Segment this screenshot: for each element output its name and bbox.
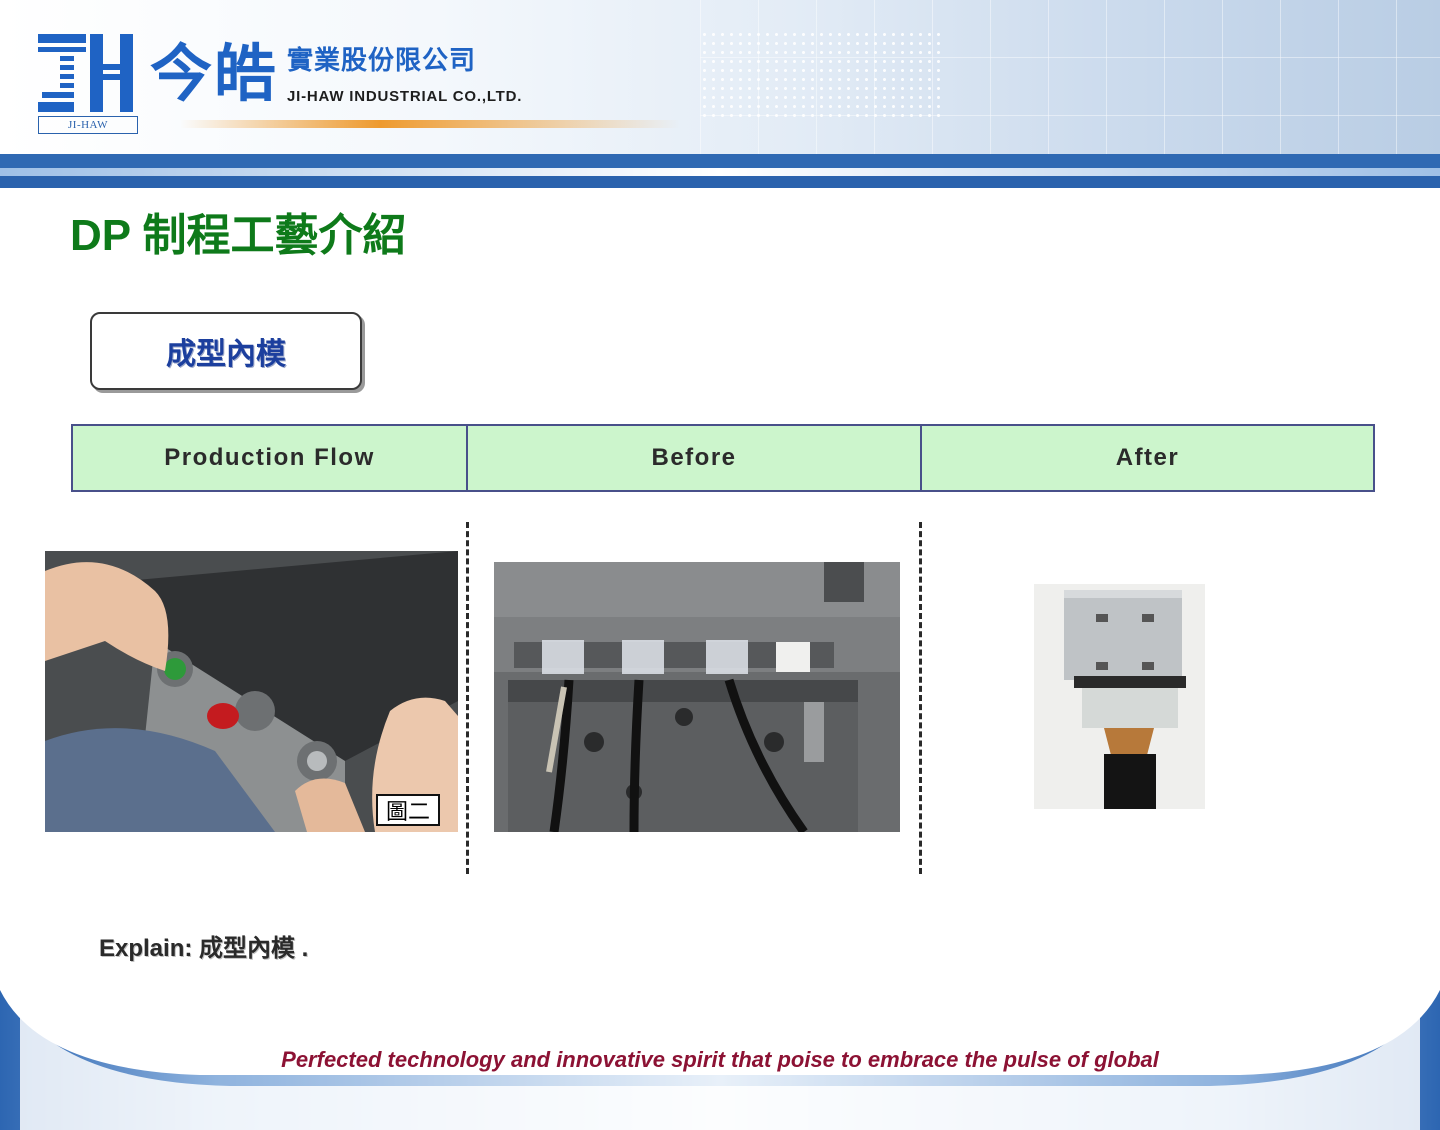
banner-dot-pattern [700, 30, 940, 120]
column-divider [466, 522, 469, 874]
header-banner: JI-HAW 今皓 實業股份限公司 JI-HAW INDUSTRIAL CO.,… [0, 0, 1440, 188]
company-logo-icon [38, 34, 133, 112]
column-divider [919, 522, 922, 874]
step-label: 成型內模 [166, 338, 286, 371]
explain-text: Explain: 成型內模 . [99, 935, 309, 962]
photo-caption-label: 圖二 [376, 794, 440, 826]
before-mold-photo [494, 562, 900, 832]
production-flow-table: Production Flow Before After [71, 424, 1375, 492]
company-name-en: JI-HAW INDUSTRIAL CO.,LTD. [287, 88, 523, 105]
company-name-cn-small: 實業股份限公司 [287, 45, 477, 75]
banner-stripe [0, 154, 1440, 168]
banner-stripe-bottom [0, 176, 1440, 188]
banner-orange-line [180, 120, 680, 128]
production-flow-photo [45, 551, 458, 832]
company-name-cn-large: 今皓 [150, 40, 279, 109]
page-title: DP 制程工藝介紹 [70, 211, 407, 260]
banner-stripe-light [0, 168, 1440, 176]
logo-subtext: JI-HAW [38, 116, 138, 134]
after-connector-photo [1034, 584, 1205, 809]
column-header-after: After [1115, 444, 1180, 471]
footer-slogan: Perfected technology and innovative spir… [281, 1047, 1159, 1072]
column-header-before: Before [468, 426, 922, 490]
step-label-box: 成型內模 [90, 312, 362, 390]
column-header-production-flow: Production Flow [73, 426, 468, 490]
